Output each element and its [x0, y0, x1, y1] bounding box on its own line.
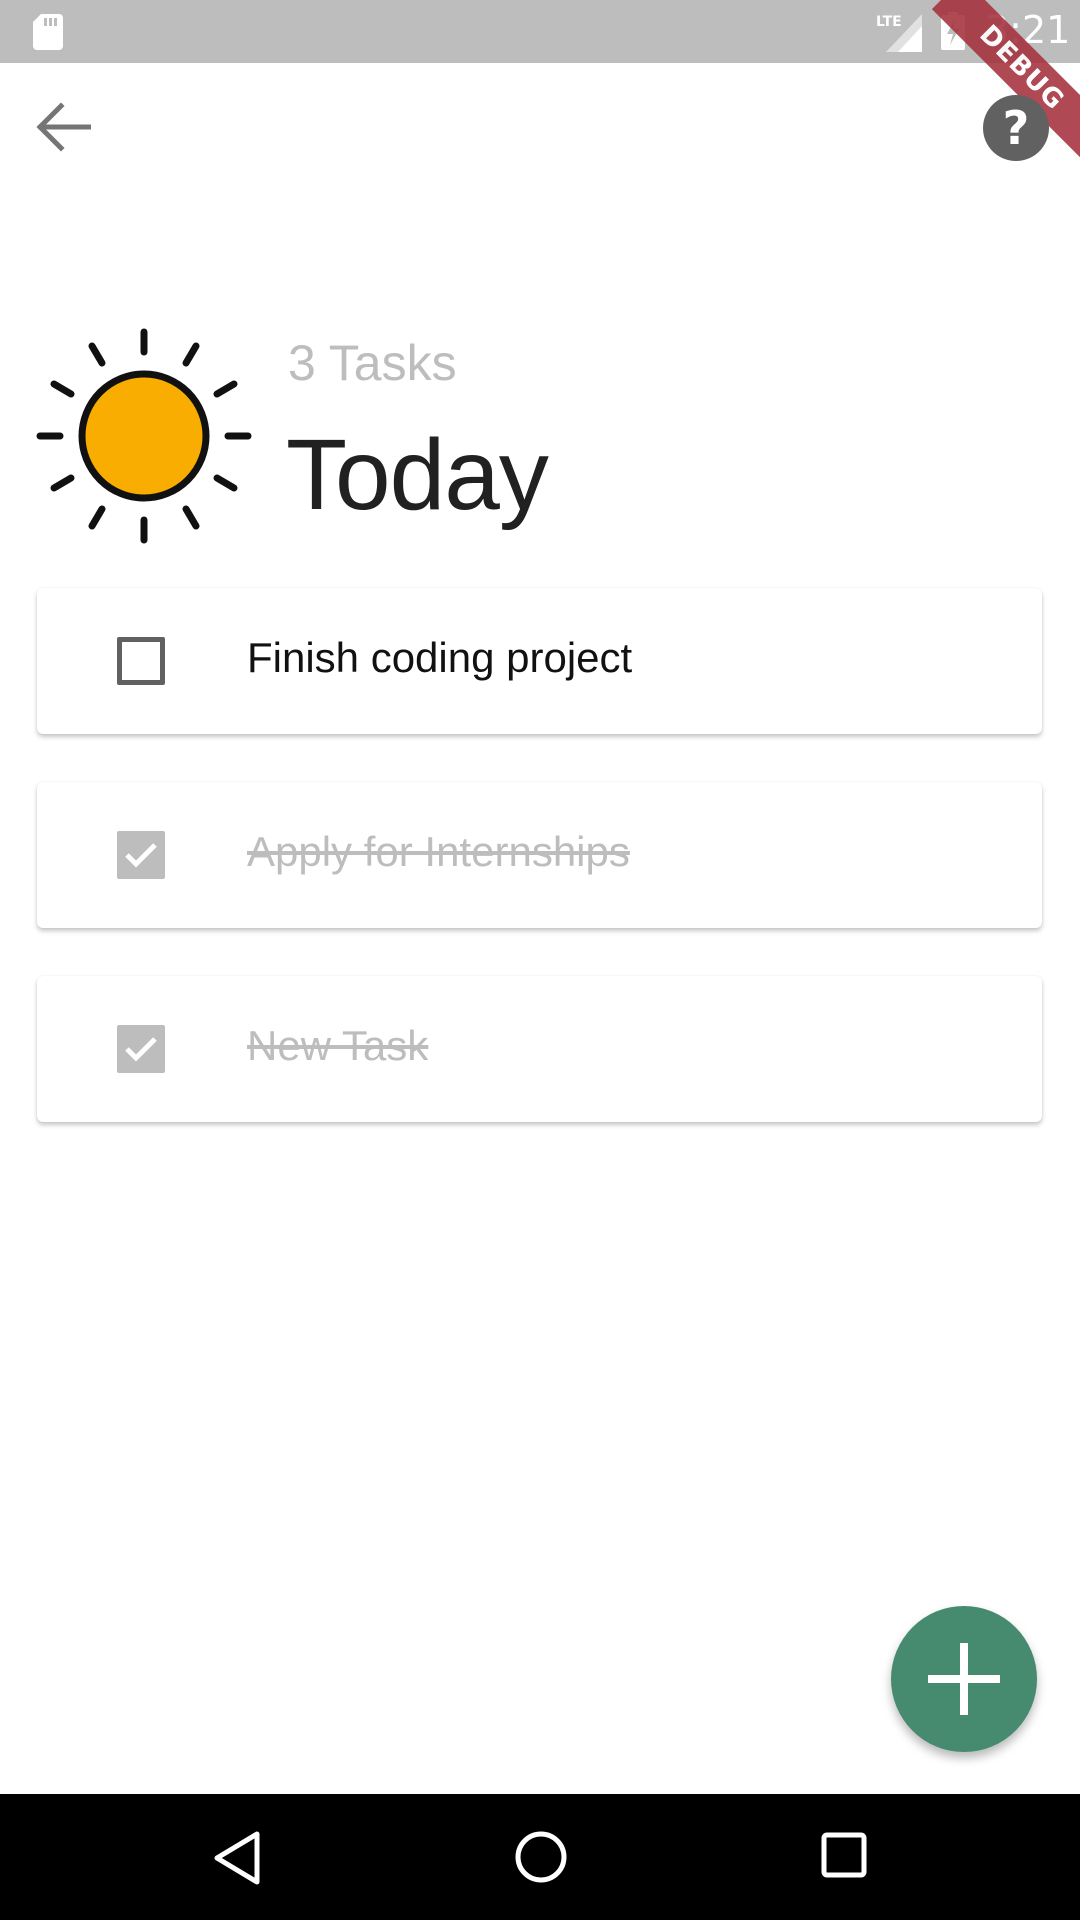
task-card[interactable]: Apply for Internships — [37, 782, 1042, 928]
status-bar: LTE 3:21 — [0, 0, 1080, 63]
screen: LTE 3:21 DEBUG ? 3 Tasks Today Finish co… — [0, 0, 1080, 1920]
system-navigation-bar — [0, 1794, 1080, 1920]
page-title: Today — [286, 419, 549, 531]
check-icon — [125, 843, 157, 868]
back-button[interactable] — [28, 92, 98, 162]
task-list: Finish coding project Apply for Internsh… — [37, 588, 1042, 1170]
add-task-button[interactable] — [891, 1606, 1037, 1752]
plus-icon — [928, 1643, 1000, 1715]
help-button[interactable]: ? — [980, 92, 1052, 164]
signal-icon: LTE — [876, 14, 922, 52]
sd-card-icon — [33, 14, 63, 50]
sun-icon — [36, 328, 252, 544]
check-icon — [125, 1037, 157, 1062]
task-checkbox-checked[interactable] — [117, 1025, 165, 1073]
task-label: Finish coding project — [247, 634, 633, 681]
svg-text:?: ? — [1003, 101, 1030, 155]
task-label: Apply for Internships — [247, 828, 630, 875]
task-checkbox-checked[interactable] — [117, 831, 165, 879]
arrow-back-icon — [36, 102, 91, 152]
task-label: New Task — [247, 1022, 429, 1069]
task-card[interactable]: Finish coding project — [37, 588, 1042, 734]
task-card[interactable]: New Task — [37, 976, 1042, 1122]
nav-home-circle-icon[interactable] — [514, 1830, 568, 1884]
network-type-label: LTE — [876, 14, 902, 30]
task-count: 3 Tasks — [288, 335, 457, 391]
task-checkbox-unchecked[interactable] — [117, 637, 165, 685]
help-circle-icon: ? — [983, 95, 1049, 161]
nav-recents-square-icon[interactable] — [821, 1832, 867, 1878]
nav-back-triangle-icon[interactable] — [212, 1830, 262, 1886]
